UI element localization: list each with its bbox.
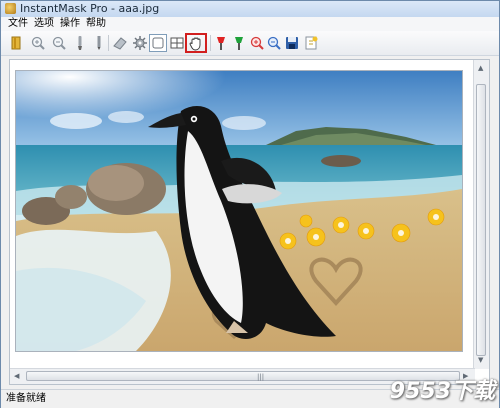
save-icon[interactable]: [283, 34, 301, 52]
image-canvas[interactable]: [15, 70, 463, 352]
scroll-left-icon[interactable]: ◀: [14, 372, 19, 380]
app-logo-icon: [5, 3, 16, 14]
open-icon[interactable]: [7, 34, 25, 52]
menu-bar: 文件 选项 操作 帮助: [1, 17, 499, 31]
window-title: InstantMask Pro - aaa.jpg: [20, 2, 160, 15]
app-window: InstantMask Pro - aaa.jpg 文件 选项 操作 帮助 ▲ …: [0, 0, 500, 408]
status-text: 准备就绪: [6, 393, 46, 404]
fit-view-icon[interactable]: [149, 34, 167, 52]
hand-pan-icon[interactable]: [185, 33, 207, 53]
grid-view-icon[interactable]: [168, 34, 186, 52]
export-icon[interactable]: [302, 34, 320, 52]
vertical-scrollbar[interactable]: ▲ ▼: [473, 60, 489, 369]
eraser-icon[interactable]: [111, 34, 129, 52]
menu-file[interactable]: 文件: [6, 17, 30, 31]
scroll-grip-icon: |||: [257, 373, 265, 381]
beach-penguin-photo: [16, 71, 462, 351]
blue-zoom-icon[interactable]: [265, 34, 283, 52]
title-bar[interactable]: InstantMask Pro - aaa.jpg: [1, 1, 499, 18]
brush-icon[interactable]: [71, 34, 89, 52]
menu-operation[interactable]: 操作: [58, 17, 82, 31]
scroll-up-icon[interactable]: ▲: [478, 64, 483, 72]
toolbar-separator: [210, 35, 211, 51]
toolbar-separator: [108, 35, 109, 51]
menu-options[interactable]: 选项: [32, 17, 56, 31]
zoom-in-icon[interactable]: [29, 34, 47, 52]
red-marker-icon[interactable]: [212, 34, 230, 52]
scroll-down-icon[interactable]: ▼: [478, 356, 483, 364]
zoom-out-icon[interactable]: [50, 34, 68, 52]
toolbar: [1, 31, 499, 56]
settings-icon[interactable]: [131, 34, 149, 52]
menu-help[interactable]: 帮助: [84, 17, 108, 31]
image-view-area[interactable]: ▲ ▼ ◀ ||| ▶: [9, 59, 490, 385]
pencil-icon[interactable]: [90, 34, 108, 52]
vertical-scroll-thumb[interactable]: [476, 84, 486, 356]
red-zoom-icon[interactable]: [248, 34, 266, 52]
site-watermark: 9553下载: [389, 379, 495, 404]
green-marker-icon[interactable]: [230, 34, 248, 52]
